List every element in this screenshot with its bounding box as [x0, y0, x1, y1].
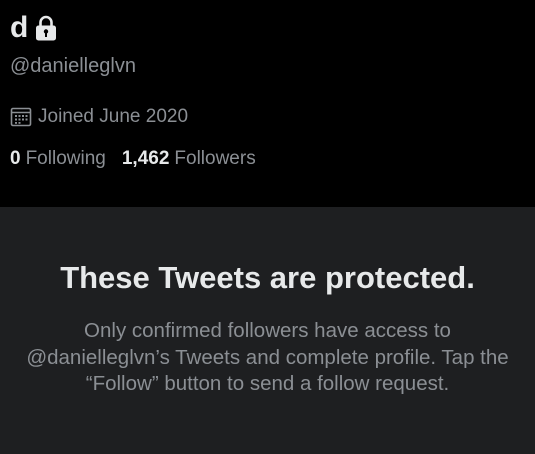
profile-header: d @danielleglvn Joined June 2020 0 Follo…: [0, 0, 535, 207]
calendar-icon: [10, 106, 32, 128]
followers-label: Followers: [174, 148, 256, 169]
following-label: Following: [25, 148, 106, 169]
follow-stats: 0 Following 1,462 Followers: [10, 146, 256, 172]
followers-link[interactable]: 1,462 Followers: [122, 146, 256, 172]
display-name: d: [10, 11, 29, 44]
display-name-row: d: [10, 10, 58, 46]
profile-page: d @danielleglvn Joined June 2020 0 Follo…: [0, 0, 535, 454]
lock-icon: [34, 14, 58, 42]
joined-date: Joined June 2020: [38, 106, 189, 127]
protected-tweets-notice: These Tweets are protected. Only confirm…: [0, 207, 535, 454]
username: @danielleglvn: [10, 55, 136, 77]
protected-message: Only confirmed followers have access to …: [26, 319, 509, 395]
following-link[interactable]: 0 Following: [10, 146, 106, 172]
protected-title: These Tweets are protected.: [60, 260, 475, 295]
followers-count: 1,462: [121, 148, 170, 169]
joined-date-row: Joined June 2020: [10, 104, 188, 130]
following-count: 0: [10, 148, 21, 169]
